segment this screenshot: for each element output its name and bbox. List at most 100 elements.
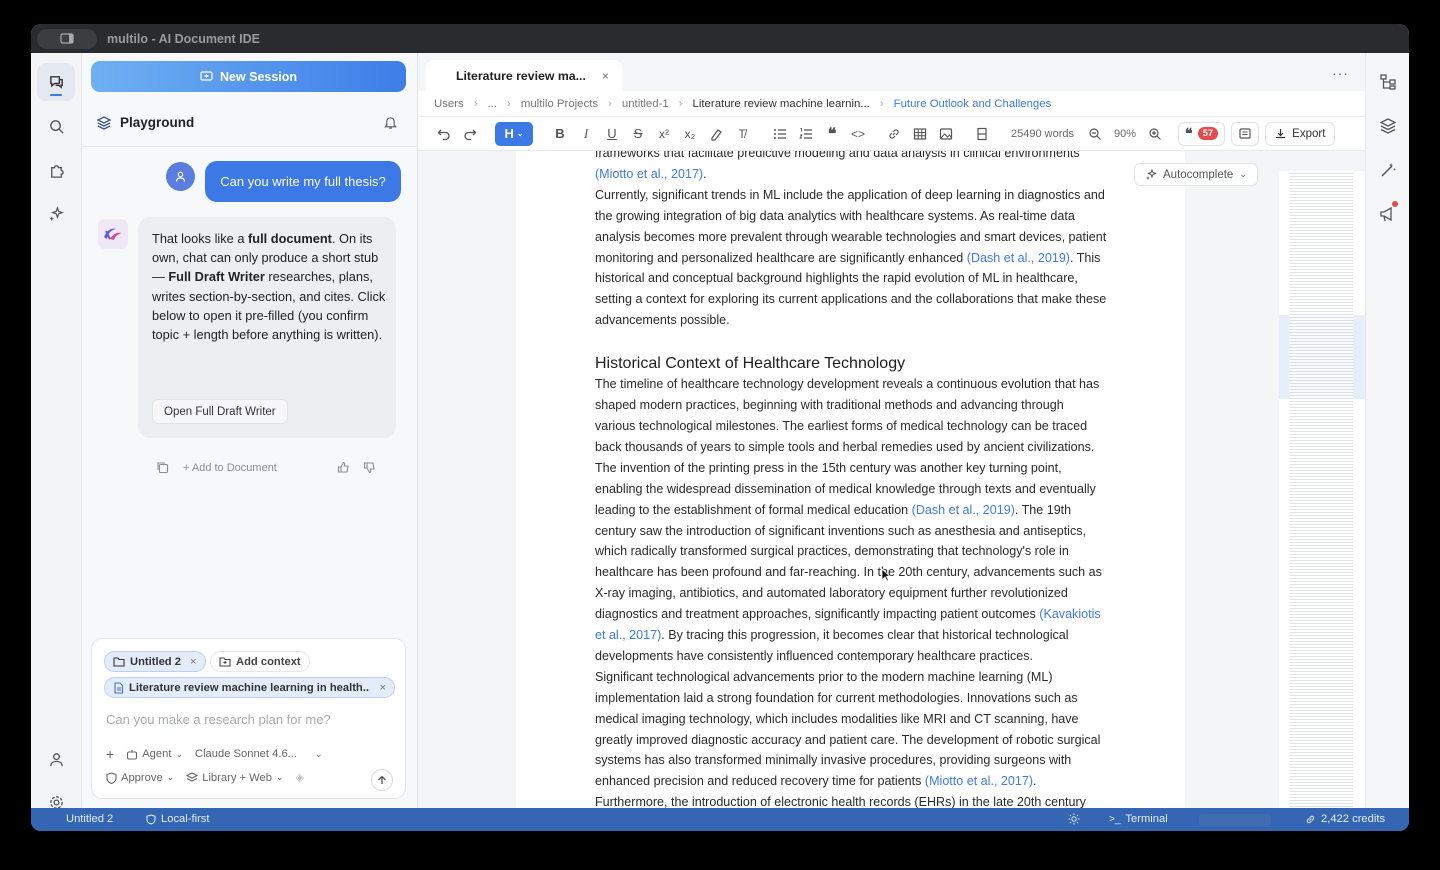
- strikethrough-icon[interactable]: S: [625, 122, 651, 146]
- highlight-icon[interactable]: [703, 122, 729, 146]
- document-page[interactable]: frameworks that facilitate predictive mo…: [516, 151, 1185, 808]
- open-full-draft-writer-button[interactable]: Open Full Draft Writer: [152, 399, 288, 424]
- chevron-down-icon: ⌄: [166, 772, 175, 782]
- citation-link[interactable]: (Dash et al., 2019): [967, 251, 1070, 265]
- breadcrumb-item[interactable]: Literature review machine learnin...: [693, 98, 870, 110]
- project-chip-label: Untitled 2: [130, 655, 181, 668]
- approve-label: Approve: [121, 771, 163, 784]
- magic-wand-icon: [1381, 163, 1396, 177]
- breadcrumb-item[interactable]: ...: [488, 98, 498, 110]
- folder-plus-icon: [219, 657, 231, 667]
- ai-tools-rail-button[interactable]: [37, 195, 75, 233]
- citation-link[interactable]: (Miotto et al., 2017): [595, 167, 703, 181]
- web-toggle-icon[interactable]: ◈: [296, 771, 305, 784]
- status-document[interactable]: Untitled 2: [66, 813, 113, 825]
- redo-icon[interactable]: [457, 122, 483, 146]
- project-chip[interactable]: Untitled 2 ×: [104, 651, 206, 672]
- image-icon[interactable]: [933, 122, 959, 146]
- right-icon-rail: [1365, 53, 1409, 808]
- export-button[interactable]: Export: [1265, 121, 1336, 146]
- add-context-chip[interactable]: Add context: [210, 651, 310, 672]
- quote-icon[interactable]: ❝: [819, 122, 845, 146]
- terminal-button[interactable]: >_ Terminal: [1109, 813, 1168, 825]
- citation-link[interactable]: (Miotto et al., 2017): [925, 774, 1033, 788]
- link-icon[interactable]: [881, 122, 907, 146]
- composer-options-row-1: + Agent ⌄ Claude Sonnet 4.6... ⌄: [106, 746, 323, 762]
- autocomplete-toggle[interactable]: Autocomplete ⌄: [1134, 163, 1258, 186]
- numbered-list-icon[interactable]: [793, 122, 819, 146]
- mouse-cursor-icon: [881, 568, 891, 582]
- table-icon[interactable]: [907, 122, 933, 146]
- page-break-icon[interactable]: [969, 122, 995, 146]
- account-rail-button[interactable]: [37, 740, 75, 778]
- announcements-button[interactable]: [1377, 201, 1399, 225]
- breadcrumb-item[interactable]: multilo Projects: [521, 98, 598, 110]
- layers-button[interactable]: [1377, 115, 1399, 137]
- outline-button[interactable]: [1377, 71, 1399, 93]
- superscript-icon[interactable]: x²: [651, 122, 677, 146]
- search-rail-button[interactable]: [37, 107, 75, 145]
- add-attachment-icon[interactable]: +: [106, 746, 114, 762]
- more-options-icon[interactable]: ···: [1332, 65, 1349, 81]
- thumbs-down-icon[interactable]: [363, 461, 376, 477]
- mode-label: Agent: [142, 748, 172, 760]
- remove-document-chip-icon[interactable]: ×: [379, 682, 386, 694]
- breadcrumb-separator: ›: [608, 97, 612, 110]
- chat-input[interactable]: Can you make a research plan for me?: [106, 712, 331, 727]
- tab-bar: Literature review ma... × ···: [418, 53, 1365, 91]
- tab-literature-review[interactable]: Literature review ma... ×: [426, 60, 622, 91]
- comment-icon: [1239, 127, 1251, 139]
- credits-indicator[interactable]: 2,422 credits: [1305, 813, 1385, 825]
- bell-icon[interactable]: [383, 115, 398, 130]
- sources-selector[interactable]: Library + Web ⌄: [186, 771, 284, 784]
- new-session-button[interactable]: New Session: [91, 61, 406, 92]
- underline-icon[interactable]: U: [599, 122, 625, 146]
- citations-button[interactable]: ❝ 57: [1178, 121, 1226, 146]
- zoom-out-icon[interactable]: [1082, 122, 1108, 146]
- sidebar-toggle-button[interactable]: [37, 28, 97, 49]
- user-icon: [175, 171, 186, 182]
- chevron-down-icon: ⌄: [315, 748, 323, 759]
- ai-edit-button[interactable]: [1377, 159, 1399, 181]
- clear-format-icon[interactable]: T̸: [729, 122, 755, 146]
- theme-toggle-icon[interactable]: [1068, 813, 1080, 825]
- subscript-icon[interactable]: x₂: [677, 122, 703, 146]
- document-context-chip[interactable]: Literature review machine learning in he…: [104, 677, 395, 698]
- code-icon[interactable]: <>: [845, 122, 871, 146]
- undo-icon[interactable]: [431, 122, 457, 146]
- sources-label: Library + Web: [202, 771, 272, 784]
- bold-icon[interactable]: B: [547, 122, 573, 146]
- comments-button[interactable]: [1231, 121, 1260, 146]
- user-avatar: [166, 162, 195, 191]
- chat-plus-icon: [200, 71, 213, 81]
- left-icon-rail: [31, 53, 82, 809]
- italic-icon[interactable]: I: [573, 122, 599, 146]
- zoom-in-icon[interactable]: [1142, 122, 1168, 146]
- document-icon: [114, 681, 124, 694]
- document-minimap[interactable]: [1279, 171, 1365, 808]
- approve-selector[interactable]: Approve ⌄: [106, 772, 174, 784]
- heading-button[interactable]: H ⌄: [495, 121, 533, 146]
- mode-selector[interactable]: Agent ⌄: [126, 748, 183, 760]
- document-canvas: frameworks that facilitate predictive mo…: [418, 151, 1365, 808]
- chat-rail-button[interactable]: [37, 63, 75, 101]
- assistant-avatar: [98, 219, 128, 249]
- status-mode[interactable]: Local-first: [146, 813, 210, 825]
- copy-icon[interactable]: [156, 461, 169, 474]
- close-tab-icon[interactable]: ×: [602, 69, 609, 83]
- send-button[interactable]: [371, 769, 393, 791]
- bullet-list-icon[interactable]: [767, 122, 793, 146]
- thumbs-up-icon[interactable]: [337, 461, 350, 477]
- document-body[interactable]: frameworks that facilitate predictive mo…: [595, 151, 1107, 808]
- breadcrumb-item[interactable]: Future Outlook and Challenges: [894, 98, 1052, 110]
- breadcrumb-item[interactable]: Users: [434, 98, 464, 110]
- plugins-rail-button[interactable]: [37, 151, 75, 189]
- citation-link[interactable]: (Dash et al., 2019): [912, 503, 1015, 517]
- add-to-document-button[interactable]: + Add to Document: [183, 462, 277, 474]
- model-selector[interactable]: Claude Sonnet 4.6... ⌄: [195, 748, 323, 760]
- chevron-down-icon: ⌄: [516, 129, 524, 138]
- breadcrumb-item[interactable]: untitled-1: [622, 98, 669, 110]
- chevron-down-icon: ⌄: [275, 772, 284, 782]
- assistant-message-text: That looks like a full document. On its …: [152, 231, 386, 343]
- remove-project-chip-icon[interactable]: ×: [190, 656, 197, 668]
